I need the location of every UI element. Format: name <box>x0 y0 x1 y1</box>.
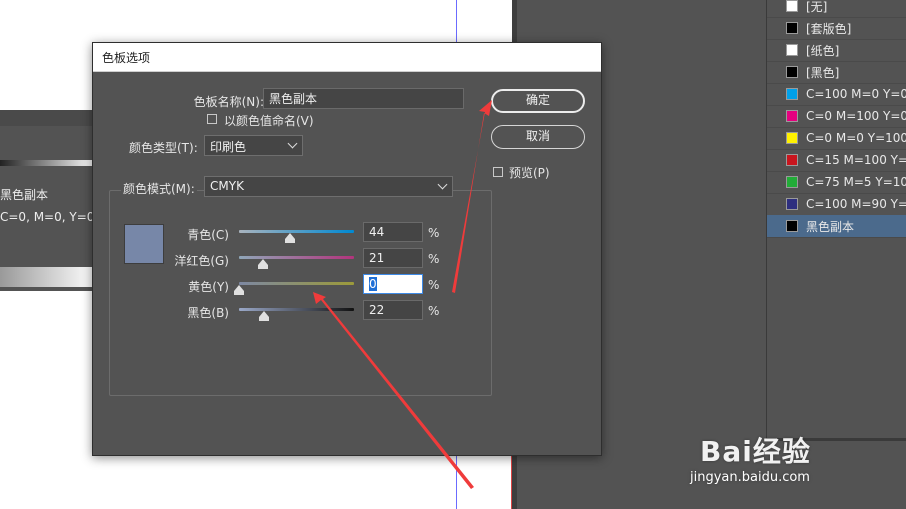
baidu-watermark-url: jingyan.baidu.com <box>690 470 810 485</box>
arrow-to-sliders <box>313 292 474 489</box>
baidu-watermark-logo: Bai经验 <box>700 435 811 468</box>
arrow-to-ok-button <box>452 100 492 293</box>
